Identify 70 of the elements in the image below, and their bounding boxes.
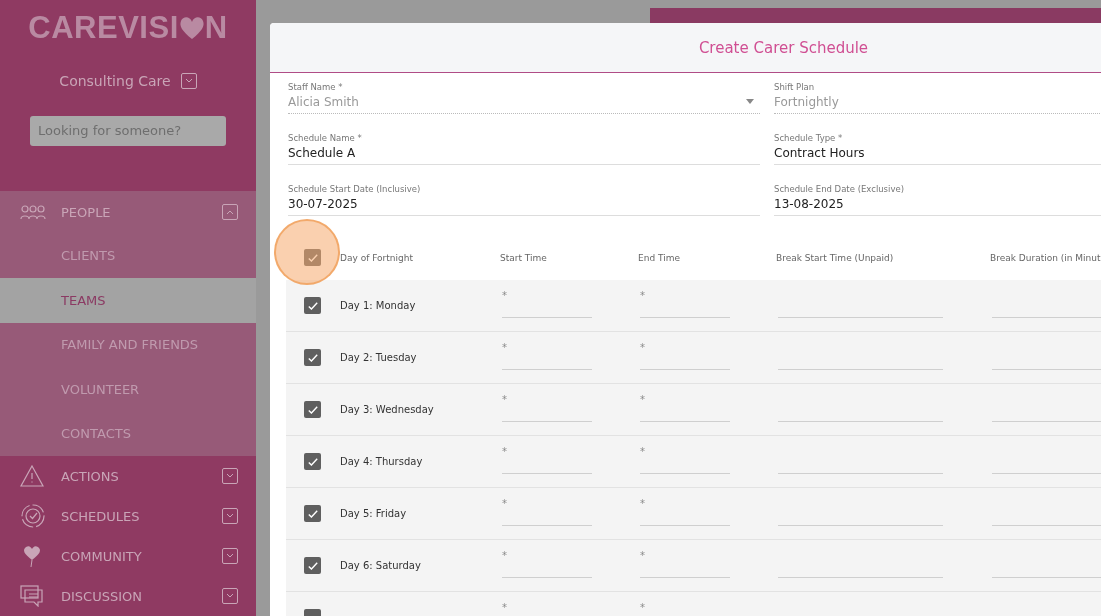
time-input[interactable]: * [640, 443, 730, 474]
date-field[interactable]: Schedule End Date (Exclusive) 13-08-2025 [774, 184, 1101, 216]
checkbox[interactable] [304, 249, 321, 266]
check-icon [307, 405, 318, 414]
day-label: Day 3: Wednesday [340, 404, 435, 415]
day-label: Day 4: Thursday [340, 456, 424, 467]
time-input[interactable]: * [502, 443, 592, 474]
heart-icon [178, 16, 205, 40]
nav-subitem[interactable]: VOLUNTEER [0, 367, 256, 412]
time-input[interactable]: * [640, 495, 730, 526]
date-field[interactable]: Schedule Start Date (Inclusive) 30-07-2025 [288, 184, 760, 216]
time-input[interactable]: * [502, 391, 592, 422]
column-header: Start Time [500, 252, 548, 263]
checkbox[interactable] [304, 297, 321, 314]
time-input[interactable]: * [502, 547, 592, 578]
time-input[interactable]: * [640, 287, 730, 318]
warning-icon [20, 465, 44, 487]
time-input[interactable]: * [640, 547, 730, 578]
check-icon [307, 301, 318, 310]
check-icon [307, 509, 318, 518]
nav-subitem[interactable]: TEAMS [0, 278, 256, 323]
caret-icon [746, 99, 754, 104]
expand-icon[interactable] [180, 73, 197, 90]
nav-item[interactable]: ACTIONS [61, 468, 222, 484]
check-icon [307, 353, 318, 362]
nav-item[interactable]: COMMUNITY [61, 548, 222, 564]
day-label: Day 5: Friday [340, 508, 408, 519]
expand-icon[interactable] [222, 588, 238, 604]
check-icon [307, 457, 318, 466]
checkbox[interactable] [304, 505, 321, 522]
column-header: End Time [638, 252, 681, 263]
time-input[interactable]: * [502, 287, 592, 318]
time-input[interactable]: * [502, 495, 592, 526]
column-header: Break Start Time (Unpaid) [776, 252, 895, 263]
nav-subitem[interactable]: CONTACTS [0, 411, 256, 456]
text-field[interactable]: Schedule Type * Contract Hours [774, 133, 1101, 165]
time-input[interactable]: * [502, 339, 592, 370]
day-label: Day 2: Tuesday [340, 352, 418, 363]
clock-icon [20, 503, 46, 529]
expand-icon[interactable] [222, 548, 238, 564]
nav-subitem[interactable]: FAMILY AND FRIENDS [0, 322, 256, 367]
time-input[interactable]: * [640, 599, 730, 616]
expand-icon[interactable] [222, 468, 238, 484]
search-field[interactable]: Looking for someone? [30, 116, 226, 146]
column-header: Break Duration (in Minut [990, 252, 1101, 263]
day-label: Day 6: Saturday [340, 560, 422, 571]
time-input[interactable]: * [640, 391, 730, 422]
nav-item[interactable]: SCHEDULES [61, 508, 222, 524]
check-icon [307, 561, 318, 570]
chat-icon [20, 585, 44, 607]
dialog-title: Create Carer Schedule [698, 38, 869, 57]
checkbox[interactable] [304, 557, 321, 574]
check-icon [307, 253, 318, 262]
checkbox[interactable] [304, 453, 321, 470]
nav-subitem[interactable]: CLIENTS [0, 233, 256, 278]
text-field[interactable]: Schedule Name * Schedule A [288, 133, 760, 165]
nav-item[interactable]: PEOPLE [61, 204, 222, 220]
logo-text: N [204, 10, 228, 46]
logo-text: CAREVISI [28, 10, 179, 46]
organisation-name: Consulting Care [59, 73, 171, 90]
nav-item[interactable]: DISCUSSION [61, 588, 222, 604]
collapse-icon[interactable] [222, 204, 238, 220]
people-icon [20, 204, 46, 220]
checkbox[interactable] [304, 349, 321, 366]
checkbox[interactable] [304, 401, 321, 418]
time-input[interactable]: * [502, 599, 592, 616]
day-label: Day 1: Monday [340, 300, 417, 311]
time-input[interactable]: * [640, 339, 730, 370]
column-header: Day of Fortnight [340, 252, 414, 263]
expand-icon[interactable] [222, 508, 238, 524]
